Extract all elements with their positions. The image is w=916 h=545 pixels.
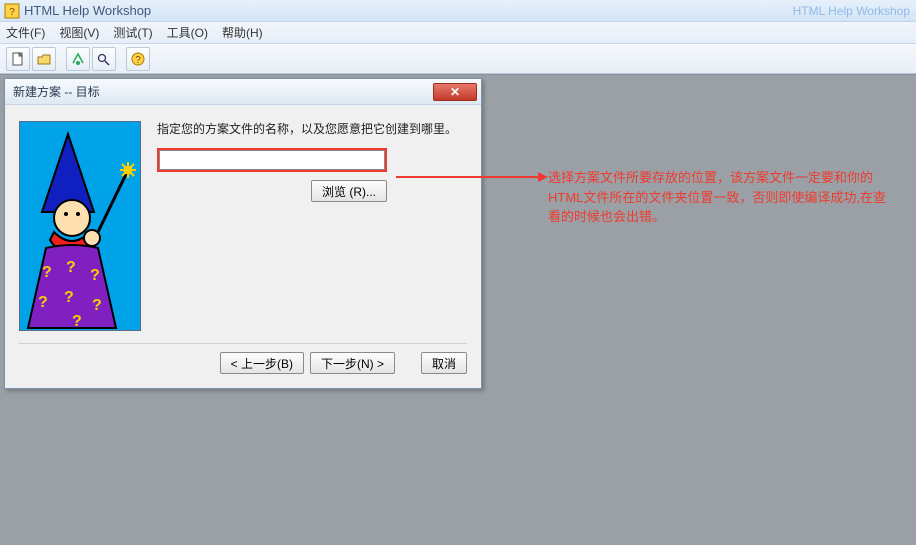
annotation-arrow-head [538,172,548,182]
svg-text:?: ? [38,294,48,311]
open-file-button[interactable] [32,47,56,71]
view-compiled-button[interactable] [92,47,116,71]
svg-text:?: ? [9,7,15,18]
next-button[interactable]: 下一步(N) > [310,352,395,374]
svg-text:?: ? [66,259,76,276]
annotation-arrow [396,176,542,178]
toolbar: ? [0,44,916,74]
taskbar-hint: HTML Help Workshop [793,4,910,18]
compile-button[interactable] [66,47,90,71]
project-path-input[interactable] [157,148,387,172]
menu-tools[interactable]: 工具(O) [167,24,208,41]
new-file-button[interactable] [6,47,30,71]
app-icon: ? [4,3,20,19]
back-button[interactable]: < 上一步(B) [220,352,304,374]
wizard-illustration: ? ? ? ? ? ? ? [19,121,141,331]
svg-text:?: ? [90,267,100,284]
menu-file[interactable]: 文件(F) [6,24,45,41]
menu-view[interactable]: 视图(V) [59,24,99,41]
annotation-text: 选择方案文件所要存放的位置，该方案文件一定要和你的HTML文件所在的文件夹位置一… [548,168,896,227]
app-title: HTML Help Workshop [24,3,151,18]
dialog-title: 新建方案 -- 目标 [13,83,100,100]
help-button[interactable]: ? [126,47,150,71]
close-icon: ✕ [450,85,460,99]
browse-button[interactable]: 浏览 (R)... [311,180,387,202]
svg-text:?: ? [135,55,141,66]
cancel-button[interactable]: 取消 [421,352,467,374]
svg-text:?: ? [92,297,102,314]
menubar: 文件(F) 视图(V) 测试(T) 工具(O) 帮助(H) [0,22,916,44]
app-titlebar: ? HTML Help Workshop HTML Help Workshop [0,0,916,22]
dialog-close-button[interactable]: ✕ [433,83,477,101]
menu-help[interactable]: 帮助(H) [222,24,263,41]
dialog-titlebar: 新建方案 -- 目标 ✕ [5,79,481,105]
svg-text:?: ? [72,313,82,330]
svg-text:?: ? [42,264,52,281]
menu-test[interactable]: 测试(T) [113,24,152,41]
svg-text:?: ? [64,289,74,306]
new-project-dialog: 新建方案 -- 目标 ✕ ? ? ? ? ? [4,78,482,389]
dialog-instruction: 指定您的方案文件的名称，以及您愿意把它创建到哪里。 [157,121,467,138]
